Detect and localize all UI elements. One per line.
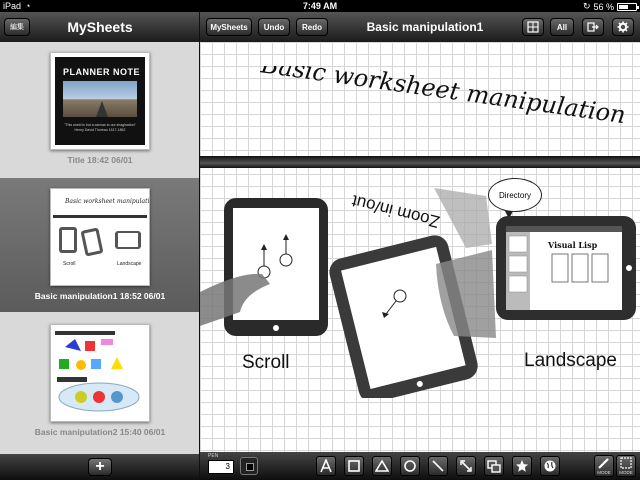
text-tool-icon bbox=[320, 459, 332, 473]
sidebar-header: 編集 MySheets bbox=[0, 12, 199, 42]
svg-text:Basic worksheet manipulation: Basic worksheet manipulation bbox=[64, 198, 149, 205]
pencil-icon bbox=[598, 458, 609, 469]
rectangle-tool-icon bbox=[348, 460, 360, 472]
rectangle-tool-button[interactable] bbox=[344, 456, 364, 476]
svg-text:Landscape: Landscape bbox=[117, 261, 142, 267]
export-button[interactable] bbox=[582, 18, 604, 36]
thumbnail-cover: PLANNER NOTE "This world is but a canvas… bbox=[55, 57, 145, 145]
rotation-lock-icon: ↻ bbox=[582, 1, 591, 11]
pen-size-field[interactable]: 3 bbox=[208, 460, 234, 474]
thumbnail-quote: "This world is but a canvas to our imagi… bbox=[64, 123, 136, 132]
sheet-caption: Basic manipulation1 18:52 06/01 bbox=[34, 291, 166, 301]
directory-callout: Directory bbox=[488, 178, 542, 219]
sheet-item-title[interactable]: PLANNER NOTE "This world is but a canvas… bbox=[0, 42, 199, 176]
globe-tool-button[interactable] bbox=[540, 456, 560, 476]
star-tool-button[interactable] bbox=[512, 456, 532, 476]
section-divider bbox=[200, 156, 640, 168]
redo-button[interactable]: Redo bbox=[296, 18, 328, 36]
pen-mode-button[interactable]: MODE bbox=[594, 455, 614, 477]
thumbnail-preview bbox=[55, 331, 140, 412]
text-tool-button[interactable] bbox=[316, 456, 336, 476]
selection-box-icon bbox=[620, 457, 632, 469]
export-icon bbox=[587, 22, 599, 32]
mode-label: MODE bbox=[619, 470, 633, 475]
sidebar-title: MySheets bbox=[67, 19, 133, 35]
status-bar: iPad ◔ 7:49 AM ↻ 56 % bbox=[0, 0, 640, 12]
drawing-canvas[interactable]: Basic worksheet manipulation Scroll Zoom… bbox=[200, 42, 640, 452]
circle-tool-icon bbox=[404, 460, 416, 472]
landscape-illustration: Visual Lisp bbox=[496, 216, 636, 320]
select-all-button[interactable]: All bbox=[550, 18, 574, 36]
select-mode-button[interactable]: MODE bbox=[616, 455, 636, 477]
settings-button[interactable] bbox=[612, 18, 634, 36]
sheet-item-basic-manipulation2[interactable]: Basic manipulation2 15:40 06/01 bbox=[0, 314, 199, 448]
sheets-sidebar: 編集 MySheets PLANNER NOTE "This world is … bbox=[0, 12, 200, 480]
document-title: Basic manipulation1 bbox=[366, 20, 484, 34]
gear-icon bbox=[617, 21, 629, 33]
globe-tool-icon bbox=[544, 460, 556, 472]
battery-icon bbox=[617, 2, 639, 11]
heading-text: Basic worksheet manipulation bbox=[258, 66, 627, 129]
battery-area: ↻ 56 % bbox=[582, 1, 639, 12]
svg-text:Scroll: Scroll bbox=[63, 261, 76, 267]
grid-toggle-button[interactable] bbox=[522, 18, 544, 36]
grid-icon bbox=[527, 21, 539, 33]
pen-label: PEN bbox=[208, 453, 219, 459]
sheet-thumbnail bbox=[50, 324, 150, 422]
thumbnail-brand: PLANNER NOTE bbox=[63, 67, 141, 77]
arrow-tool-button[interactable] bbox=[456, 456, 476, 476]
triangle-tool-icon bbox=[375, 459, 389, 472]
thumbnail-preview: Basic worksheet manipulation Scroll Land… bbox=[53, 198, 157, 267]
arrow-tool-icon bbox=[460, 460, 472, 472]
sheet-thumbnail: Basic worksheet manipulation Scroll Land… bbox=[50, 188, 157, 286]
line-tool-button[interactable] bbox=[428, 456, 448, 476]
zoom-illustration: Zoom in/out bbox=[329, 188, 496, 398]
mode-label: MODE bbox=[597, 470, 611, 475]
pen-color-swatch[interactable] bbox=[240, 457, 258, 475]
clock: 7:49 AM bbox=[302, 1, 338, 11]
road-image bbox=[63, 81, 137, 117]
line-tool-icon bbox=[432, 460, 444, 472]
document-toolbar: MySheets Undo Redo Basic manipulation1 A… bbox=[200, 12, 640, 42]
sheet-caption: Basic manipulation2 15:40 06/01 bbox=[34, 427, 166, 437]
sheet-thumbnail: PLANNER NOTE "This world is but a canvas… bbox=[50, 52, 150, 150]
scroll-label: Scroll bbox=[242, 352, 290, 373]
landscape-label: Landscape bbox=[524, 350, 617, 371]
mini-app-title: Visual Lisp bbox=[547, 240, 598, 250]
zoom-label: Zoom in/out bbox=[350, 191, 442, 231]
star-tool-icon bbox=[516, 460, 528, 472]
battery-percent: 56 % bbox=[593, 1, 614, 12]
mysheets-button[interactable]: MySheets bbox=[206, 18, 252, 36]
group-tool-button[interactable] bbox=[484, 456, 504, 476]
sidebar-footer: + bbox=[0, 454, 199, 480]
canvas-heading: Basic worksheet manipulation bbox=[258, 66, 627, 129]
add-sheet-button[interactable]: + bbox=[88, 458, 112, 476]
triangle-tool-button[interactable] bbox=[372, 456, 392, 476]
circle-tool-button[interactable] bbox=[400, 456, 420, 476]
sheet-item-basic-manipulation1[interactable]: Basic worksheet manipulation Scroll Land… bbox=[0, 178, 199, 312]
group-tool-icon bbox=[487, 460, 501, 473]
undo-button[interactable]: Undo bbox=[258, 18, 290, 36]
sheet-caption: Title 18:42 06/01 bbox=[67, 155, 133, 165]
drawing-toolbar: PEN 3 MODE MODE bbox=[200, 452, 640, 480]
